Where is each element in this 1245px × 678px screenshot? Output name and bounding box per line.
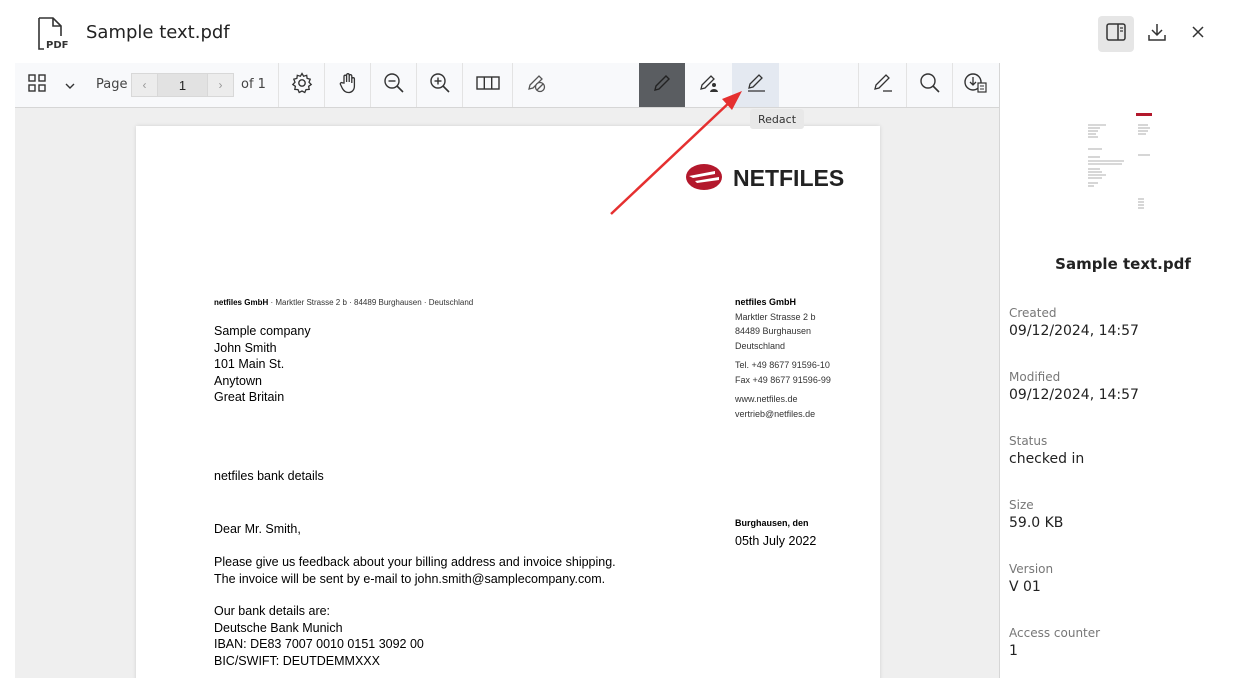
version-value: V 01: [1009, 579, 1041, 595]
previous-page-button[interactable]: ‹: [131, 73, 158, 97]
columns-icon: [475, 75, 500, 96]
pdf-toolbar: Page ‹ 1 › of 1: [15, 63, 999, 108]
sign-tool-button[interactable]: [685, 63, 732, 107]
status-value: checked in: [1009, 451, 1085, 467]
letter-salutation: Dear Mr. Smith,: [214, 522, 301, 536]
redact-button[interactable]: [732, 63, 779, 107]
pdf-page: NETFILES netfiles GmbH · Marktler Strass…: [136, 126, 880, 678]
page-count-label: of 1: [241, 77, 266, 92]
netfiles-logo: NETFILES: [685, 162, 849, 197]
svg-text:PDF: PDF: [46, 40, 68, 51]
page-title: Sample text.pdf: [86, 22, 230, 43]
grid-icon: [28, 73, 46, 97]
disable-annotations-button[interactable]: [512, 63, 558, 107]
letter-subject: netfiles bank details: [214, 469, 324, 483]
created-value: 09/12/2024, 14:57: [1009, 323, 1139, 339]
pdf-viewer[interactable]: NETFILES netfiles GmbH · Marktler Strass…: [15, 108, 999, 678]
gear-icon: [291, 71, 313, 99]
letter-body: Please give us feedback about your billi…: [214, 555, 616, 586]
sidebar-file-name: Sample text.pdf: [1055, 255, 1191, 273]
header: PDF Sample text.pdf: [0, 0, 1245, 64]
next-page-button[interactable]: ›: [207, 73, 234, 97]
pdf-file-icon: PDF: [36, 16, 70, 52]
pencil-icon: [651, 72, 673, 99]
access-counter-label: Access counter: [1009, 626, 1101, 640]
pen-off-icon: [525, 72, 547, 99]
svg-text:NETFILES: NETFILES: [733, 165, 844, 191]
redact-tooltip: Redact: [750, 109, 805, 129]
bank-details: Our bank details are: Deutsche Bank Muni…: [214, 604, 424, 668]
zoom-out-button[interactable]: [370, 63, 416, 107]
hand-icon: [337, 72, 359, 99]
annotate-button[interactable]: [858, 63, 906, 107]
recipient-address: Sample company John Smith 101 Main St. A…: [214, 324, 311, 404]
sender-line: netfiles GmbH · Marktler Strasse 2 b · 8…: [214, 298, 474, 307]
page-navigator: ‹ 1 ›: [131, 73, 234, 97]
modified-value: 09/12/2024, 14:57: [1009, 387, 1139, 403]
letter-date: 05th July 2022: [735, 534, 817, 548]
download-document-icon: [964, 72, 988, 99]
place-date-label: Burghausen, den: [735, 518, 809, 528]
pencil-line-icon: [745, 72, 767, 99]
zoom-in-icon: [429, 72, 451, 99]
edit-pen-icon: [872, 72, 894, 99]
page-layout-button[interactable]: [462, 63, 512, 107]
export-button[interactable]: [952, 63, 999, 107]
thumbnails-button[interactable]: [21, 63, 53, 107]
size-label: Size: [1009, 498, 1034, 512]
page-thumbnail[interactable]: [1080, 103, 1164, 215]
settings-button[interactable]: [278, 63, 324, 107]
access-counter-value: 1: [1009, 643, 1018, 659]
pan-tool-button[interactable]: [324, 63, 370, 107]
close-button[interactable]: [1180, 16, 1216, 52]
modified-label: Modified: [1009, 370, 1061, 384]
zoom-in-button[interactable]: [416, 63, 462, 107]
search-icon: [919, 72, 941, 99]
download-icon: [1147, 22, 1167, 47]
search-button[interactable]: [906, 63, 952, 107]
chevron-right-icon: ›: [218, 78, 223, 92]
page-label: Page: [96, 77, 128, 92]
created-label: Created: [1009, 306, 1057, 320]
version-label: Version: [1009, 562, 1054, 576]
toggle-sidebar-button[interactable]: [1098, 16, 1134, 52]
sidebar-panel-icon: [1106, 22, 1126, 46]
close-icon: [1190, 24, 1206, 45]
view-dropdown-button[interactable]: [59, 63, 81, 107]
status-label: Status: [1009, 434, 1048, 448]
company-contact-block: netfiles GmbH Marktler Strasse 2 b 84489…: [735, 297, 831, 419]
download-button[interactable]: [1139, 16, 1175, 52]
size-value: 59.0 KB: [1009, 515, 1064, 531]
page-number-input[interactable]: 1: [158, 73, 207, 97]
chevron-left-icon: ‹: [142, 78, 147, 92]
file-info-sidebar: Sample text.pdf Created 09/12/2024, 14:5…: [999, 63, 1245, 678]
pencil-user-icon: [698, 72, 720, 99]
draw-tool-button[interactable]: [639, 63, 685, 107]
zoom-out-icon: [383, 72, 405, 99]
chevron-down-icon: [65, 76, 75, 94]
